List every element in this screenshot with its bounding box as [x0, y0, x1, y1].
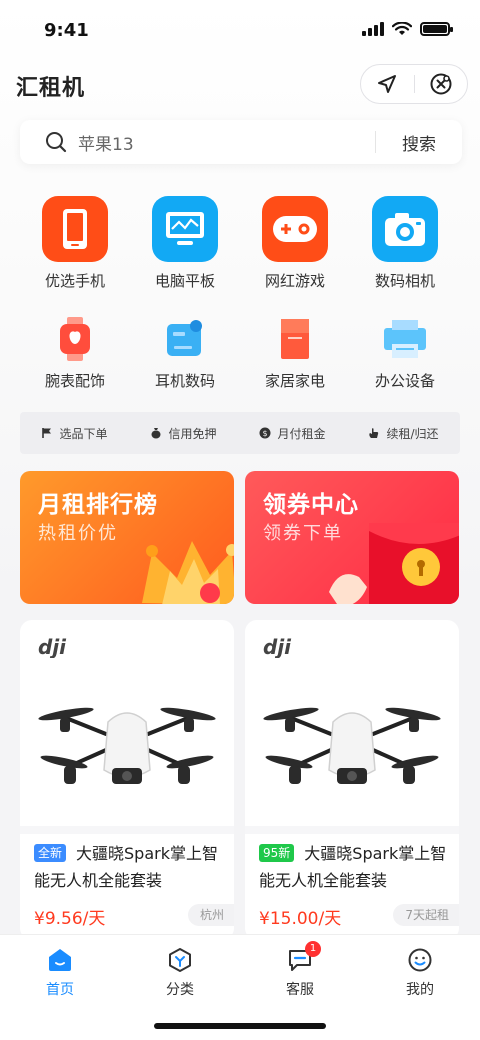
coupon-banner-title: 领券中心	[263, 492, 359, 518]
category-label: 电脑平板	[154, 272, 215, 290]
battery-icon	[420, 22, 453, 36]
svg-text:$: $	[263, 429, 268, 438]
product-card[interactable]: dji 95新 大疆晓Spark掌上智能无人机全能套装 ¥15.00/天 7天起…	[245, 620, 459, 940]
tab-home[interactable]: 首页	[10, 945, 110, 999]
product-price: ¥9.56/天	[34, 909, 106, 929]
crown-illustration	[142, 541, 234, 604]
feature-label: 月付租金	[277, 426, 326, 441]
product-card[interactable]: dji 全新 大疆晓Spark掌上智能无人机全能套装 ¥9.56/天 杭州	[20, 620, 234, 940]
location-arrow-icon	[378, 75, 397, 93]
rank-banner[interactable]: 月租排行榜 热租价优	[20, 471, 234, 604]
category-home-appliances[interactable]: 家居家电	[240, 316, 350, 391]
category-label: 数码相机	[374, 272, 435, 290]
earphone-icon	[162, 316, 208, 362]
search-bar[interactable]: 苹果13 搜索	[20, 120, 462, 164]
feature-monthly-rent: $ 月付租金	[259, 425, 325, 442]
category-label: 网红游戏	[264, 272, 325, 290]
product-price: ¥15.00/天	[259, 909, 342, 929]
dji-logo-icon: dji	[38, 638, 67, 658]
condition-badge: 全新	[34, 844, 67, 862]
category-games[interactable]: 网红游戏	[240, 196, 350, 291]
status-bar: 9:41	[0, 0, 480, 60]
category-office[interactable]: 办公设备	[350, 316, 460, 391]
tab-profile[interactable]: 我的	[370, 945, 470, 999]
svg-text:dji: dji	[263, 638, 292, 658]
camera-icon	[372, 196, 438, 262]
app-title: 汇租机	[16, 76, 86, 101]
card-divider	[20, 826, 234, 834]
category-computers[interactable]: 电脑平板	[130, 196, 240, 291]
category-icon	[165, 945, 195, 975]
close-button[interactable]	[415, 65, 468, 103]
home-icon	[45, 945, 75, 975]
coupon-banner[interactable]: 领券中心 领券下单	[245, 471, 459, 604]
drone-product-image	[38, 707, 216, 784]
category-label: 腕表配饰	[44, 372, 105, 390]
search-icon	[44, 130, 68, 154]
tab-label: 我的	[406, 982, 434, 998]
category-earphones[interactable]: 耳机数码	[130, 316, 240, 391]
status-icons	[362, 22, 453, 36]
svg-text:dji: dji	[38, 638, 67, 658]
rental-term-tag: 7天起租	[393, 904, 459, 926]
product-title: 全新 大疆晓Spark掌上智能无人机全能套装	[34, 840, 230, 894]
tab-label: 分类	[166, 982, 194, 998]
appliance-icon	[272, 316, 318, 362]
tab-category[interactable]: 分类	[130, 945, 230, 999]
home-indicator[interactable]	[154, 1023, 326, 1029]
status-time: 9:41	[44, 20, 89, 41]
category-phones[interactable]: 优选手机	[20, 196, 130, 291]
rank-banner-subtitle: 热租价优	[38, 523, 118, 544]
location-button[interactable]	[361, 65, 414, 103]
category-watches[interactable]: 腕表配饰	[20, 316, 130, 391]
coin-icon: $	[259, 427, 271, 439]
service-feature-strip: 选品下单 信用免押 $ 月付租金 续租/归还	[20, 412, 460, 454]
category-label: 耳机数码	[154, 372, 215, 390]
flag-icon	[42, 428, 52, 438]
service-icon: 1	[285, 941, 321, 975]
feature-label: 续租/归还	[386, 426, 439, 441]
condition-badge: 95新	[259, 844, 295, 862]
tab-customer-service[interactable]: 1 客服	[250, 941, 350, 999]
moneybag-icon	[151, 428, 161, 439]
screen: 9:41 汇租机 苹果13 搜索 优选手机 电脑平板 网红游戏 数码相机 腕表配…	[0, 0, 480, 1040]
dji-logo-icon: dji	[263, 638, 292, 658]
wifi-icon	[392, 22, 412, 35]
location-tag: 杭州	[187, 904, 234, 926]
feature-label: 信用免押	[168, 426, 217, 441]
product-title: 95新 大疆晓Spark掌上智能无人机全能套装	[259, 840, 455, 894]
rank-banner-title: 月租排行榜	[38, 492, 158, 518]
feature-select-order: 选品下单	[41, 425, 108, 442]
feature-credit-deposit: 信用免押	[150, 425, 216, 442]
cellular-signal-icon	[362, 22, 384, 36]
feature-label: 选品下单	[59, 426, 108, 441]
category-label: 办公设备	[374, 372, 435, 390]
coupon-banner-subtitle: 领券下单	[263, 523, 343, 544]
mini-program-capsule	[360, 64, 468, 104]
profile-icon	[405, 945, 435, 975]
category-label: 优选手机	[44, 272, 105, 290]
red-envelope-illustration	[329, 523, 459, 604]
tab-label: 首页	[46, 982, 74, 998]
tab-label: 客服	[286, 982, 314, 998]
gamepad-icon	[262, 196, 328, 262]
close-circle-icon	[430, 73, 452, 95]
printer-icon	[382, 316, 428, 362]
card-divider	[245, 826, 459, 834]
search-button[interactable]: 搜索	[376, 130, 462, 155]
header: 汇租机	[0, 62, 480, 108]
hand-icon	[369, 428, 379, 438]
category-cameras[interactable]: 数码相机	[350, 196, 460, 291]
phone-icon	[42, 196, 108, 262]
search-input[interactable]: 苹果13	[78, 130, 375, 155]
notification-badge: 1	[305, 941, 321, 957]
drone-product-image	[263, 707, 441, 784]
feature-renew-return: 续租/归还	[368, 425, 438, 442]
watch-icon	[52, 316, 98, 362]
category-label: 家居家电	[264, 372, 325, 390]
monitor-icon	[152, 196, 218, 262]
